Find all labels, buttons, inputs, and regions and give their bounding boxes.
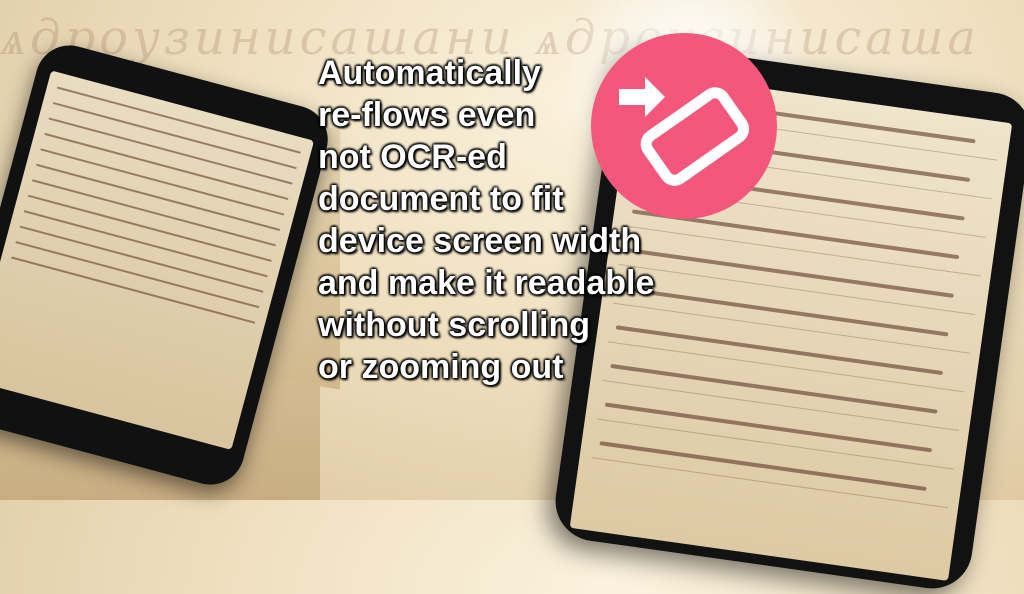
app-icon	[591, 33, 777, 219]
reflow-rotate-icon	[619, 77, 750, 186]
